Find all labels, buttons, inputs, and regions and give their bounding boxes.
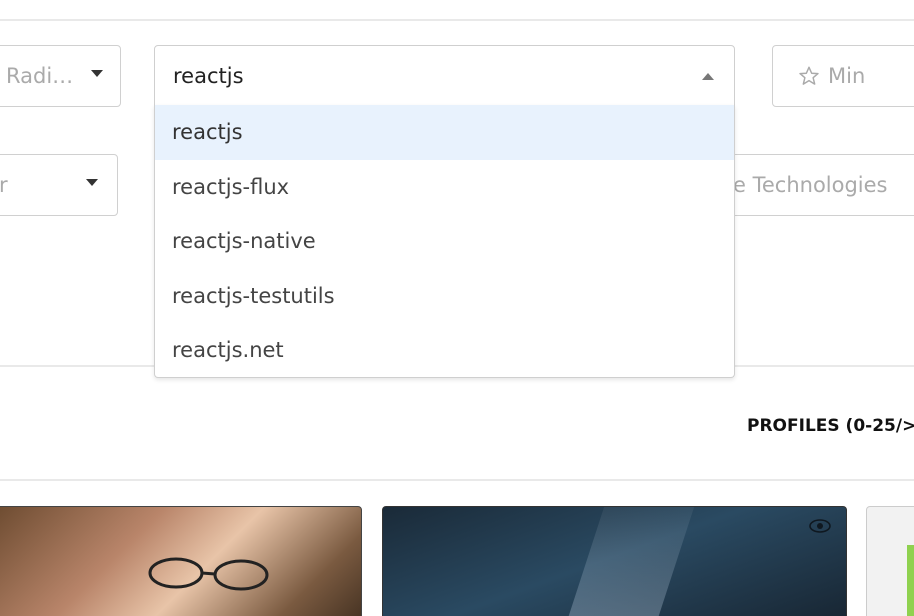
dropdown-option[interactable]: reactjs-native bbox=[155, 214, 734, 269]
technologies-placeholder: e Technologies bbox=[733, 173, 888, 197]
tag-dropdown-menu: reactjs reactjs-flux reactjs-native reac… bbox=[154, 105, 735, 378]
min-rating-value: Min bbox=[828, 64, 866, 88]
chevron-down-icon bbox=[86, 179, 98, 186]
chevron-down-icon bbox=[91, 70, 103, 77]
dropdown-option[interactable]: reactjs-flux bbox=[155, 160, 734, 215]
search-page: Radi… reactjs Min r e Technologies react… bbox=[0, 0, 914, 616]
secondary-select-value: r bbox=[0, 173, 8, 197]
profile-card[interactable] bbox=[866, 506, 914, 616]
profiles-count: PROFILES (0-25/>10 bbox=[747, 416, 914, 436]
tag-select[interactable]: reactjs bbox=[154, 45, 735, 106]
eye-icon[interactable] bbox=[809, 519, 831, 533]
chevron-up-icon[interactable] bbox=[702, 73, 714, 80]
profile-card[interactable] bbox=[0, 506, 362, 616]
profile-card[interactable] bbox=[382, 506, 847, 616]
top-divider bbox=[0, 19, 914, 21]
profile-photo bbox=[907, 545, 914, 616]
star-icon bbox=[799, 66, 819, 85]
dropdown-option[interactable]: reactjs.net bbox=[155, 323, 734, 378]
radius-select[interactable]: Radi… bbox=[0, 45, 121, 107]
dropdown-option[interactable]: reactjs bbox=[155, 105, 734, 160]
profile-photo bbox=[561, 507, 695, 616]
tag-select-value: reactjs bbox=[173, 63, 244, 88]
secondary-select[interactable]: r bbox=[0, 154, 118, 216]
profile-photo bbox=[136, 551, 296, 591]
min-rating-select[interactable]: Min bbox=[772, 45, 914, 107]
dropdown-option[interactable]: reactjs-testutils bbox=[155, 269, 734, 324]
radius-select-value: Radi… bbox=[6, 64, 74, 88]
results-divider bbox=[0, 479, 914, 481]
